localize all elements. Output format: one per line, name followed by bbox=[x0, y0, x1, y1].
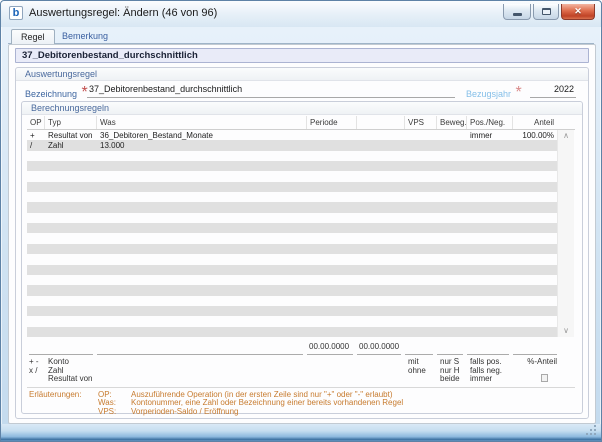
cell-anteil: 100.00% bbox=[522, 131, 554, 140]
legend-typ-3: Resultat von bbox=[48, 374, 93, 383]
cell-was: 13.000 bbox=[100, 141, 125, 151]
table-row[interactable]: + Resultat von 36_Debitoren_Bestand_Monate… bbox=[27, 130, 557, 140]
field-underline bbox=[467, 354, 509, 355]
table-scrollbar[interactable]: ∧ ∨ bbox=[557, 130, 574, 337]
bezugsjahr-input[interactable]: 2022 bbox=[532, 84, 574, 94]
column-header-anteil: Anteil bbox=[533, 118, 554, 127]
cell-op: / bbox=[30, 141, 33, 151]
legend: + - x / Konto Zahl Resultat von mit ohne… bbox=[27, 357, 557, 384]
anteil-checkbox[interactable] bbox=[541, 374, 548, 382]
tab-regel[interactable]: Regel bbox=[11, 29, 55, 44]
table-row-empty[interactable] bbox=[27, 181, 557, 193]
scroll-down-arrow-icon[interactable]: ∨ bbox=[558, 326, 574, 336]
table-row-empty[interactable] bbox=[27, 264, 557, 275]
rules-table-body: + Resultat von 36_Debitoren_Bestand_Monate… bbox=[27, 130, 575, 337]
table-row-empty[interactable] bbox=[27, 326, 557, 337]
edit-row-underlines bbox=[27, 354, 557, 355]
erl-term-vps: VPS: bbox=[98, 406, 117, 416]
cell-op: + bbox=[30, 131, 35, 140]
close-button[interactable]: ✕ bbox=[561, 4, 595, 20]
legend-beweg-3: beide bbox=[440, 374, 460, 383]
rules-table-header: OP Typ Was Periode VPS Beweg. Pos./Neg. Anteil bbox=[27, 116, 575, 130]
table-row-empty[interactable] bbox=[27, 234, 557, 244]
table-row-empty[interactable] bbox=[27, 223, 557, 234]
column-header-vps: VPS bbox=[405, 116, 437, 129]
table-row-empty[interactable] bbox=[27, 285, 557, 296]
cell-typ: Resultat von bbox=[48, 131, 93, 140]
edit-row: 00.00.0000 00.00.0000 bbox=[27, 342, 557, 353]
window-bottom-frame bbox=[1, 424, 601, 441]
legend-separator bbox=[27, 387, 575, 388]
table-row-empty[interactable] bbox=[27, 305, 557, 317]
field-underline bbox=[437, 354, 463, 355]
title-bar[interactable]: b Auswertungsregel: Ändern (46 von 96) ✕ bbox=[1, 1, 601, 27]
minimize-button[interactable] bbox=[503, 4, 531, 20]
column-header-was: Was bbox=[97, 116, 307, 129]
bezugsjahr-label: Bezugsjahr * bbox=[466, 84, 522, 101]
field-underline bbox=[357, 354, 401, 355]
table-row-empty[interactable] bbox=[27, 192, 557, 202]
table-row-empty[interactable] bbox=[27, 296, 557, 306]
periode-to-field[interactable]: 00.00.0000 bbox=[359, 342, 399, 351]
column-header-beweg-: Beweg. bbox=[437, 116, 467, 129]
erl-text-vps: Vorperioden-Saldo / Eröffnung bbox=[131, 406, 239, 416]
table-row-empty[interactable] bbox=[27, 171, 557, 181]
group-auswertungsregel-title: Auswertungsregel bbox=[16, 68, 588, 81]
maximize-button[interactable] bbox=[533, 4, 559, 20]
legend-anteil-label: %-Anteil bbox=[527, 357, 557, 366]
field-underline bbox=[307, 354, 353, 355]
table-row-empty[interactable] bbox=[27, 275, 557, 285]
bezeichnung-label: Bezeichnung * bbox=[25, 84, 88, 101]
cell-typ: Zahl bbox=[48, 141, 64, 151]
bezeichnung-input[interactable]: 37_Debitorenbestand_durchschnittlich bbox=[89, 84, 242, 94]
group-berechnungsregeln-title: Berechnungsregeln bbox=[22, 102, 582, 115]
resize-grip[interactable] bbox=[586, 425, 596, 435]
tab-bemerkung[interactable]: Bemerkung bbox=[53, 29, 117, 44]
table-row[interactable]: / Zahl 13.000 bbox=[27, 140, 557, 151]
dialog-window: b Auswertungsregel: Ändern (46 von 96) ✕… bbox=[0, 0, 602, 442]
legend-vps-2: ohne bbox=[408, 365, 426, 375]
table-row-empty[interactable] bbox=[27, 202, 557, 213]
cell-was: 36_Debitoren_Bestand_Monate bbox=[100, 131, 213, 140]
table-row-empty[interactable] bbox=[27, 243, 557, 255]
column-header-periode: Periode bbox=[307, 116, 357, 129]
table-row-empty[interactable] bbox=[27, 316, 557, 326]
erlaeuterungen: Erläuterungen: OP: Auszuführende Operati… bbox=[27, 390, 575, 416]
field-underline bbox=[513, 354, 557, 355]
legend-op-2: x / bbox=[29, 365, 38, 375]
field-underline bbox=[405, 354, 433, 355]
field-underline bbox=[97, 354, 303, 355]
window-title: Auswertungsregel: Ändern (46 von 96) bbox=[29, 7, 218, 19]
column-header-typ: Typ bbox=[45, 116, 97, 129]
table-row-empty[interactable] bbox=[27, 161, 557, 172]
table-row-empty[interactable] bbox=[27, 151, 557, 161]
maximize-icon bbox=[542, 8, 551, 15]
periode-from-field[interactable]: 00.00.0000 bbox=[309, 342, 349, 351]
tab-strip: Regel Bemerkung bbox=[1, 27, 601, 44]
scroll-up-arrow-icon[interactable]: ∧ bbox=[558, 131, 574, 141]
rule-title-bar: 37_Debitorenbestand_durchschnittlich bbox=[15, 48, 589, 63]
cell-posneg: immer bbox=[470, 131, 493, 140]
legend-posneg-3: immer bbox=[470, 374, 493, 383]
table-row-empty[interactable] bbox=[27, 213, 557, 223]
app-icon: b bbox=[9, 6, 23, 20]
column-header-op: OP bbox=[27, 116, 45, 129]
column-header-pos-neg-: Pos./Neg. bbox=[467, 116, 513, 129]
table-row-empty[interactable] bbox=[27, 254, 557, 264]
bezeichnung-input-underline bbox=[87, 97, 455, 98]
column-header-periode2 bbox=[357, 116, 405, 129]
minimize-icon bbox=[513, 13, 522, 16]
field-underline bbox=[29, 354, 93, 355]
rules-table: OP Typ Was Periode VPS Beweg. Pos./Neg. Anteil … bbox=[27, 116, 575, 337]
close-icon: ✕ bbox=[574, 6, 582, 16]
bezugsjahr-input-underline bbox=[530, 97, 576, 98]
